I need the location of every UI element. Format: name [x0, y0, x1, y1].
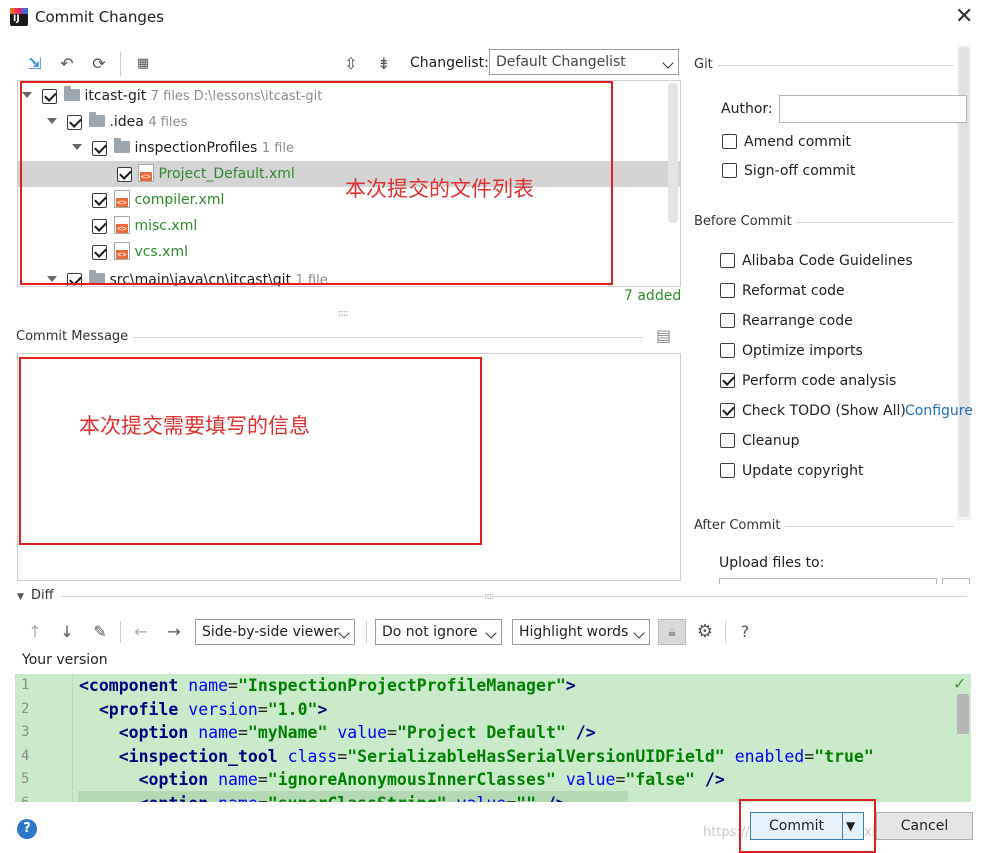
- back-icon[interactable]: ←: [131, 622, 151, 642]
- upload-settings-button[interactable]: [942, 578, 970, 584]
- option-check-todo[interactable]: Check TODO (Show All) Configure: [720, 401, 975, 421]
- rollback-icon[interactable]: ↶: [57, 54, 77, 74]
- diff-splitter-handle[interactable]: ::::: [484, 591, 495, 602]
- splitter-handle[interactable]: ::::: [338, 308, 349, 319]
- option-checkbox[interactable]: [720, 403, 735, 418]
- diff-code: <component name="InspectionProjectProfil…: [79, 676, 874, 802]
- lock-icon[interactable]: 🔒︎: [658, 619, 686, 645]
- option-alibaba[interactable]: Alibaba Code Guidelines: [720, 251, 950, 271]
- option-optimize-imports[interactable]: Optimize imports: [720, 341, 950, 361]
- viewer-dropdown[interactable]: Side-by-side viewer: [195, 619, 355, 645]
- option-checkbox[interactable]: [720, 343, 735, 358]
- changelist-dropdown[interactable]: Default Changelist: [489, 49, 679, 75]
- option-checkbox[interactable]: [720, 433, 735, 448]
- diff-collapse-icon[interactable]: ▼: [17, 592, 24, 602]
- your-version-label: Your version: [22, 652, 108, 668]
- edit-icon[interactable]: ✎: [90, 622, 110, 642]
- chevron-down-icon: [338, 627, 350, 639]
- configure-link[interactable]: Configure: [905, 401, 973, 421]
- chevron-down-icon: [633, 627, 645, 639]
- before-commit-section-title: Before Commit: [694, 214, 792, 229]
- option-checkbox[interactable]: [720, 463, 735, 478]
- author-input[interactable]: [779, 95, 967, 123]
- checkmark-icon: ✓: [953, 674, 967, 693]
- option-checkbox[interactable]: [720, 313, 735, 328]
- chevron-down-icon: [485, 627, 497, 639]
- tree-scrollbar[interactable]: [668, 83, 678, 223]
- commit-message-label: Commit Message: [16, 329, 129, 344]
- amend-checkbox[interactable]: [722, 134, 737, 149]
- line-number: 5: [21, 771, 30, 787]
- option-checkbox[interactable]: [720, 373, 735, 388]
- line-number: 6: [21, 792, 51, 803]
- signoff-checkbox[interactable]: [722, 163, 737, 178]
- option-code-analysis[interactable]: Perform code analysis: [720, 371, 950, 391]
- window-title: Commit Changes: [35, 8, 164, 26]
- title-bar: IJ Commit Changes ✕: [0, 0, 985, 36]
- author-label: Author:: [721, 101, 773, 117]
- message-annotation-box: [19, 357, 482, 545]
- line-number: 3: [21, 724, 30, 740]
- line-number: 1: [21, 677, 30, 693]
- changelist-label: Changelist:: [410, 55, 489, 71]
- chevron-down-icon: [662, 57, 674, 69]
- option-rearrange[interactable]: Rearrange code: [720, 311, 950, 331]
- git-section-title: Git: [694, 57, 713, 72]
- help-icon[interactable]: ?: [735, 622, 755, 642]
- line-number: 2: [21, 700, 30, 717]
- added-count: 7 added: [624, 288, 682, 304]
- option-checkbox[interactable]: [720, 253, 735, 268]
- collapse-all-icon[interactable]: ⇟: [374, 54, 394, 74]
- group-by-icon[interactable]: ▦: [133, 54, 153, 74]
- upload-dropdown[interactable]: [719, 578, 937, 584]
- diff-editor[interactable]: 1 2 3 4 5 6 <component name="InspectionP…: [15, 674, 971, 802]
- close-icon[interactable]: ✕: [955, 4, 973, 29]
- option-update-copyright[interactable]: Update copyright: [720, 461, 950, 481]
- cancel-button[interactable]: Cancel: [876, 812, 973, 840]
- forward-icon[interactable]: →: [164, 622, 184, 642]
- refresh-icon[interactable]: ⟳: [89, 54, 109, 74]
- message-history-icon[interactable]: ▤: [656, 326, 671, 345]
- file-list-annotation: 本次提交的文件列表: [345, 177, 534, 201]
- commit-annotation-box: [739, 799, 876, 853]
- help-button[interactable]: ?: [17, 819, 37, 839]
- option-cleanup[interactable]: Cleanup: [720, 431, 950, 451]
- signoff-commit-option[interactable]: Sign-off commit: [722, 161, 922, 181]
- upload-label: Upload files to:: [719, 555, 825, 571]
- diff-scrollbar[interactable]: [957, 694, 969, 734]
- highlight-dropdown[interactable]: Highlight words: [512, 619, 650, 645]
- ignore-dropdown[interactable]: Do not ignore: [375, 619, 502, 645]
- settings-gear-icon[interactable]: ⚙: [695, 622, 715, 642]
- option-checkbox[interactable]: [720, 283, 735, 298]
- next-diff-icon[interactable]: ↓: [57, 622, 77, 642]
- app-logo-icon: IJ: [10, 8, 28, 26]
- after-commit-section-title: After Commit: [694, 518, 781, 533]
- expand-all-icon[interactable]: ⇳: [341, 54, 361, 74]
- amend-commit-option[interactable]: Amend commit: [722, 132, 922, 152]
- diff-label: Diff: [31, 588, 54, 603]
- diff-icon[interactable]: ⇲: [25, 54, 45, 74]
- prev-diff-icon[interactable]: ↑: [25, 622, 45, 642]
- option-reformat[interactable]: Reformat code: [720, 281, 950, 301]
- message-annotation: 本次提交需要填写的信息: [79, 414, 310, 438]
- line-number: 4: [21, 747, 30, 764]
